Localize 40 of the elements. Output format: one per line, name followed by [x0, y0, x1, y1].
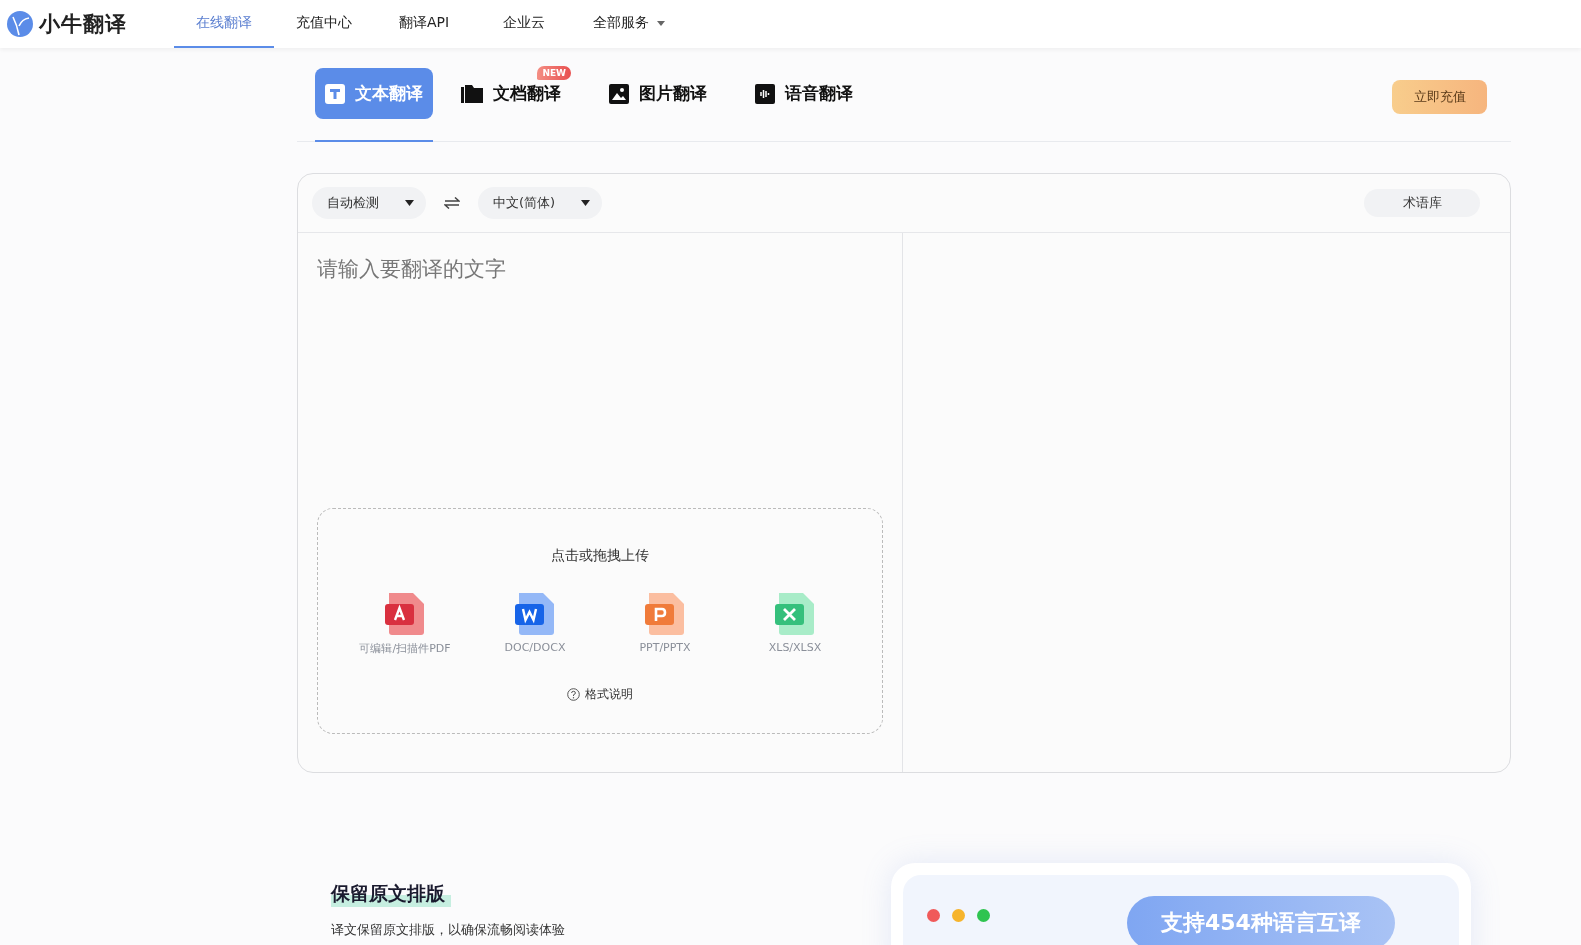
- format-help-link[interactable]: 格式说明: [567, 686, 633, 703]
- recharge-button[interactable]: 立即充值: [1392, 80, 1487, 114]
- target-language-dropdown[interactable]: 中文(简体): [478, 187, 603, 219]
- feature-title: 保留原文排版: [331, 881, 451, 907]
- window-dot: [952, 909, 965, 922]
- file-type-icon: [775, 593, 815, 635]
- file-type-label: 可编辑/扫描件PDF: [359, 641, 451, 656]
- text-icon: [325, 83, 345, 104]
- caret-icon: [581, 200, 591, 206]
- audio-wave-icon: [755, 83, 775, 104]
- mode-tab[interactable]: 语音翻译: [745, 68, 873, 119]
- upload-dropzone[interactable]: 点击或拖拽上传 可编辑/扫描件PDF DOC/DOCX PPT/PPTX XLS/XLSX 格式说明: [317, 508, 883, 734]
- window-dot: [927, 909, 940, 922]
- logo-icon: [7, 11, 33, 37]
- help-icon: [567, 688, 580, 701]
- glossary-button[interactable]: 术语库: [1364, 189, 1480, 217]
- folder-icon: [461, 84, 483, 103]
- language-count-banner: 支持454种语言互译: [1127, 896, 1395, 945]
- nav-link[interactable]: 充值中心: [274, 0, 374, 48]
- logo-text: 小牛翻译: [39, 11, 127, 38]
- window-dot: [977, 909, 990, 922]
- caret-icon: [405, 200, 414, 206]
- file-type-label: DOC/DOCX: [504, 641, 566, 654]
- source-language-dropdown[interactable]: 自动检测: [312, 187, 426, 219]
- source-text-input[interactable]: 请输入要翻译的文字: [317, 251, 883, 508]
- image-icon: [609, 83, 629, 104]
- file-type-label: PPT/PPTX: [639, 641, 691, 654]
- file-type-icon: [515, 593, 555, 635]
- swap-icon[interactable]: [444, 197, 460, 209]
- nav-link[interactable]: 企业云: [474, 0, 574, 48]
- nav-link[interactable]: 翻译API: [374, 0, 474, 48]
- new-badge: NEW: [537, 66, 571, 80]
- file-type-icon: [385, 593, 425, 635]
- nav-link[interactable]: 在线翻译: [174, 0, 274, 48]
- feature-description: 译文保留原文排版，以确保流畅阅读体验: [331, 921, 565, 939]
- nav-link[interactable]: 全部服务: [574, 0, 684, 48]
- mode-tab[interactable]: 图片翻译: [599, 68, 727, 119]
- file-type-icon: [645, 593, 685, 635]
- file-type-label: XLS/XLSX: [768, 641, 822, 654]
- upload-title: 点击或拖拽上传: [551, 547, 649, 565]
